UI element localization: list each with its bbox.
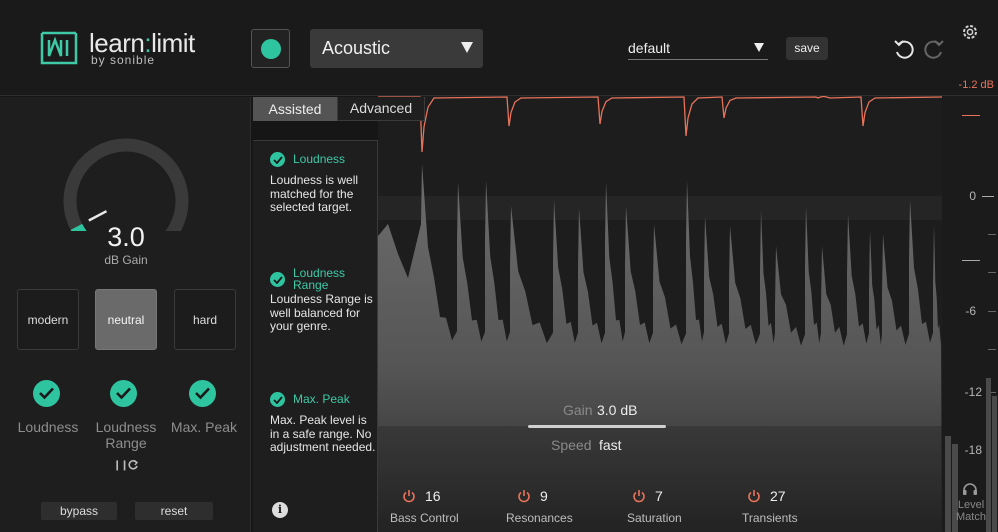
max-peak-check-label: Max. Peak <box>170 419 238 435</box>
meter-tick-mark <box>988 349 996 350</box>
saturation-label: Saturation <box>627 511 682 525</box>
gain-control-label: Gain <box>563 402 593 418</box>
assistant-max-peak-title: Max. Peak <box>293 392 350 406</box>
tab-assisted[interactable]: Assisted <box>253 97 337 121</box>
tab-advanced[interactable]: Advanced <box>337 97 425 121</box>
transients-value[interactable]: 27 <box>770 488 786 504</box>
resonances-value[interactable]: 9 <box>540 488 548 504</box>
mode-button-neutral[interactable]: neutral <box>95 289 157 350</box>
redo-icon[interactable] <box>921 38 945 60</box>
record-dot-icon <box>261 39 281 59</box>
loudness-history-graph <box>378 96 942 532</box>
logo-by-sonible: by sonible <box>91 53 156 67</box>
resonances-label: Resonances <box>506 511 573 525</box>
gain-knob-track <box>63 138 189 231</box>
meter-tick-mark <box>988 311 996 312</box>
bass-control-power-icon[interactable] <box>402 489 416 503</box>
max-peak-check-icon <box>189 380 216 407</box>
save-preset-button[interactable]: save <box>786 37 828 60</box>
header-bar: learn:limit by sonible Acoustic default … <box>0 0 998 96</box>
assistant-loudness-range-text: Loudness Range is well balanced for your… <box>270 292 373 333</box>
loudness-check-icon <box>33 380 60 407</box>
loudness-range-check-icon <box>110 380 137 407</box>
pause-icon[interactable]: ❙❙ <box>113 460 129 471</box>
caret-down-icon <box>754 43 764 52</box>
gain-control-value[interactable]: 3.0 dB <box>597 402 637 418</box>
gain-unit-label: dB Gain <box>104 253 148 267</box>
assistant-loudness-check-icon <box>270 152 285 167</box>
saturation-value[interactable]: 7 <box>655 488 663 504</box>
meter-tick-mark <box>962 260 980 261</box>
logo-word-limit: limit <box>151 28 195 58</box>
true-peak-readout: -1.2 dB <box>958 79 994 91</box>
meter-tick-0: 0 <box>969 189 976 203</box>
mode-button-hard[interactable]: hard <box>174 289 236 350</box>
meter-tick-mark <box>988 272 996 273</box>
level-meter: 0 -6 -12 -18 <box>942 96 998 532</box>
genre-selected-value: Acoustic <box>322 38 391 58</box>
speed-control-value[interactable]: fast <box>599 437 622 453</box>
saturation-power-icon[interactable] <box>632 489 646 503</box>
meter-tick-minus18: -18 <box>964 443 982 457</box>
meter-tick-mark <box>982 196 994 197</box>
preset-select[interactable]: default <box>628 38 768 60</box>
bass-control-value[interactable]: 16 <box>425 488 441 504</box>
loudness-range-check-label: Loudness Range <box>95 419 157 451</box>
reset-button[interactable]: reset <box>135 502 213 520</box>
meter-tick-minus12: -12 <box>964 385 982 399</box>
learn-record-button[interactable] <box>251 29 290 68</box>
assistant-loudness-title: Loudness <box>293 152 346 166</box>
gain-reduction-line <box>378 96 942 153</box>
resonances-power-icon[interactable] <box>517 489 531 503</box>
loudness-check-label: Loudness <box>17 419 79 435</box>
gain-speed-slider[interactable] <box>528 425 666 428</box>
assistant-loudness-range-title: Loudness Range <box>293 266 346 292</box>
gain-knob[interactable] <box>58 135 194 231</box>
preset-selected-value: default <box>628 40 671 56</box>
bass-control-label: Bass Control <box>390 511 459 525</box>
assistant-max-peak-text: Max. Peak level is in a safe range. No a… <box>270 413 376 454</box>
assistant-max-peak-check-icon <box>270 392 285 407</box>
bypass-button[interactable]: bypass <box>41 502 117 520</box>
transients-power-icon[interactable] <box>747 489 761 503</box>
reload-icon[interactable] <box>127 459 139 471</box>
transients-label: Transients <box>742 511 798 525</box>
learn-limit-plugin-window: learn:limit by sonible Acoustic default … <box>0 0 998 532</box>
waveform-svg <box>378 96 942 532</box>
genre-select[interactable]: Acoustic <box>310 29 483 68</box>
assistant-loudness-text: Loudness is well matched for the selecte… <box>270 173 359 214</box>
meter-tick-mark <box>988 234 996 235</box>
meter-tick-minus6: -6 <box>965 304 976 318</box>
meter-peak-tick <box>962 115 980 116</box>
gear-icon[interactable] <box>960 22 980 42</box>
headphones-icon[interactable] <box>962 482 978 496</box>
undo-icon[interactable] <box>893 38 917 60</box>
gain-value-readout: 3.0 <box>107 222 145 252</box>
mode-button-modern[interactable]: modern <box>17 289 79 350</box>
learn-limit-logo-icon <box>40 31 78 65</box>
gain-knob-pointer <box>88 210 108 222</box>
caret-down-icon <box>461 42 473 53</box>
level-match-label[interactable]: Level Match <box>948 499 994 523</box>
speed-control-label: Speed <box>551 437 592 453</box>
assistant-loudness-range-check-icon <box>270 272 285 287</box>
info-icon[interactable]: i <box>272 502 288 518</box>
